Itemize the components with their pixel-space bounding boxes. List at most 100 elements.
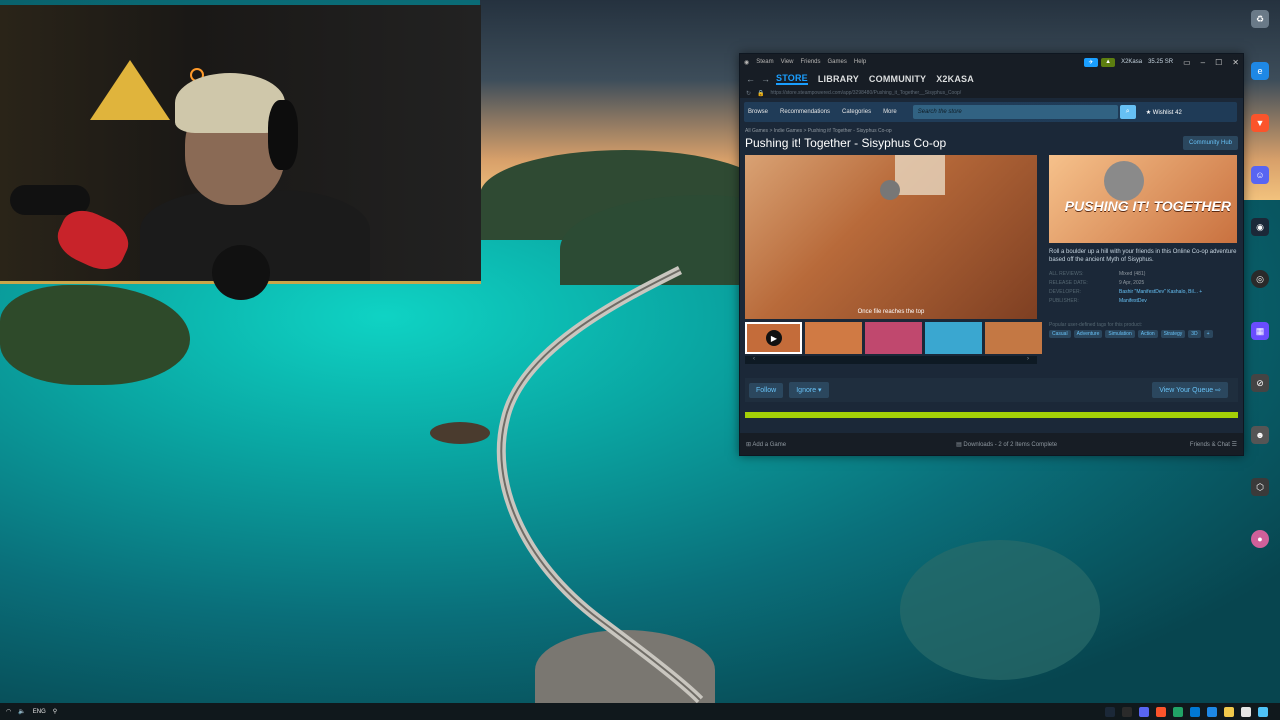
- headphones: [268, 100, 298, 170]
- downloads-status[interactable]: ▤ Downloads - 2 of 2 Items Complete: [956, 441, 1057, 448]
- app-icon: ⊘: [1251, 374, 1269, 392]
- forward-icon[interactable]: →: [761, 74, 770, 84]
- desktop-icon-steam[interactable]: ◉: [1240, 218, 1280, 270]
- notification-icon[interactable]: ▲: [1101, 57, 1116, 67]
- reviews-value[interactable]: Mixed (481): [1119, 271, 1237, 277]
- thumbnail[interactable]: [985, 322, 1042, 354]
- nav-more[interactable]: More: [883, 109, 897, 115]
- breadcrumb[interactable]: All Games > Indie Games > Pushing it! To…: [745, 128, 1238, 134]
- desktop-icon-app[interactable]: ⊘: [1240, 374, 1280, 426]
- thumbnail-scrollbar[interactable]: ‹ ›: [745, 356, 1037, 364]
- tab-community[interactable]: COMMUNITY: [869, 74, 926, 84]
- release-value: 9 Apr, 2025: [1119, 279, 1145, 286]
- trailer-player[interactable]: Once file reaches the top: [745, 155, 1037, 319]
- tab-library[interactable]: LIBRARY: [818, 74, 859, 84]
- desktop-icon-brave[interactable]: ▼: [1240, 114, 1280, 166]
- close-icon[interactable]: ✕: [1232, 58, 1239, 67]
- thumbnail[interactable]: [925, 322, 982, 354]
- menu-friends[interactable]: Friends: [801, 59, 821, 65]
- desktop-icon-pushing-it[interactable]: ●: [1240, 530, 1280, 582]
- back-icon[interactable]: ←: [746, 74, 755, 84]
- search-input[interactable]: Search the store: [912, 105, 1118, 119]
- triforce-lamp: [90, 60, 170, 120]
- thumbnail[interactable]: [865, 322, 922, 354]
- taskbar-obs-icon[interactable]: [1122, 706, 1132, 717]
- taskbar-steam-icon[interactable]: [1105, 706, 1115, 717]
- desktop-icon-outbound[interactable]: ⬡: [1240, 478, 1280, 530]
- view-queue-button[interactable]: View Your Queue ⇨: [1152, 382, 1228, 398]
- big-picture-icon[interactable]: ▭: [1183, 58, 1191, 67]
- language-indicator[interactable]: ENG: [33, 709, 46, 715]
- capsule-logo: PUSHING IT! TOGETHER: [1064, 198, 1231, 214]
- promo-banner[interactable]: [745, 412, 1238, 418]
- tag[interactable]: Action: [1137, 329, 1158, 338]
- ignore-button[interactable]: Ignore ▾: [789, 382, 829, 398]
- community-hub-button[interactable]: Community Hub: [1182, 136, 1238, 150]
- ignore-label: Ignore: [796, 387, 817, 394]
- desktop-icon-discord[interactable]: ☺: [1240, 166, 1280, 218]
- maximize-icon[interactable]: ☐: [1215, 58, 1222, 67]
- tags-label: Popular user-defined tags for this produ…: [1049, 321, 1143, 328]
- minimize-icon[interactable]: –: [1201, 58, 1205, 67]
- scroll-right-icon[interactable]: ›: [1027, 356, 1029, 362]
- obs-icon: ◎: [1251, 270, 1269, 288]
- tag[interactable]: Strategy: [1160, 329, 1186, 338]
- wishlist-label: Wishlist: [1152, 109, 1174, 116]
- tab-profile[interactable]: X2KASA: [936, 74, 974, 84]
- mic-icon[interactable]: ⚲: [53, 708, 57, 715]
- tag[interactable]: 3D: [1188, 329, 1201, 338]
- wifi-icon[interactable]: ◠: [6, 708, 11, 715]
- friends-chat-button[interactable]: Friends & Chat ☰: [1190, 441, 1237, 448]
- screenshot-pillar: [895, 155, 945, 195]
- wallet-balance: 35.25 SR: [1148, 59, 1174, 65]
- publisher-link[interactable]: ManifestDev: [1119, 298, 1237, 304]
- taskbar-discord-icon[interactable]: [1139, 706, 1149, 717]
- refresh-icon[interactable]: ↻: [746, 90, 751, 97]
- screenshot-boulder: [880, 180, 900, 200]
- taskbar-brave-icon[interactable]: [1156, 706, 1166, 717]
- reviews-label: ALL REVIEWS:: [1049, 270, 1084, 277]
- taskbar-edge-icon[interactable]: [1207, 706, 1217, 717]
- url-text[interactable]: https://store.steampowered.com/app/32984…: [771, 90, 962, 96]
- tag-more[interactable]: +: [1203, 329, 1213, 338]
- tag[interactable]: Casual: [1049, 329, 1071, 338]
- queue-actions: Follow Ignore ▾ View Your Queue ⇨: [745, 378, 1238, 402]
- nav-browse[interactable]: Browse: [748, 109, 768, 115]
- desktop-icons: ♻ e ▼ ☺ ◉ ◎ ▦ ⊘ ☻ ⬡ ●: [1240, 10, 1280, 582]
- thumbnail[interactable]: [805, 322, 862, 354]
- wishlist-button[interactable]: ★ Wishlist 42: [1146, 109, 1182, 116]
- taskbar-app-icon[interactable]: [1173, 706, 1183, 717]
- desktop-icon-edge[interactable]: e: [1240, 62, 1280, 114]
- steam-titlebar[interactable]: ◉ Steam View Friends Games Help ✈ ▲ X2Ka…: [740, 54, 1243, 70]
- tag[interactable]: Adventure: [1073, 329, 1103, 338]
- desktop-icon-call-service[interactable]: ☻: [1240, 426, 1280, 478]
- add-game-button[interactable]: ⊞ Add a Game: [746, 441, 786, 448]
- tag[interactable]: Simulation: [1105, 329, 1135, 338]
- menu-games[interactable]: Games: [828, 59, 847, 65]
- follow-button[interactable]: Follow: [749, 382, 784, 398]
- scroll-left-icon[interactable]: ‹: [753, 356, 755, 362]
- thumbnail-video[interactable]: ▶: [745, 322, 802, 354]
- taskbar-store-icon[interactable]: [1241, 706, 1251, 717]
- menu-help[interactable]: Help: [854, 59, 866, 65]
- desktop-icon-recycle-bin[interactable]: ♻: [1240, 10, 1280, 62]
- discord-icon: ☺: [1251, 166, 1269, 184]
- search-icon[interactable]: ⌕: [1119, 105, 1136, 119]
- publisher-label: PUBLISHER:: [1049, 297, 1079, 304]
- account-name[interactable]: X2Kasa: [1121, 59, 1142, 65]
- steam-nav: ← → STORE LIBRARY COMMUNITY X2KASA: [740, 70, 1243, 88]
- menu-steam[interactable]: Steam: [756, 59, 773, 65]
- desktop-icon-stream-deck[interactable]: ▦: [1240, 322, 1280, 374]
- developer-link[interactable]: Bashir "ManifestDev" Kashalo, Bil... +: [1119, 289, 1237, 295]
- broadcast-icon[interactable]: ✈: [1084, 57, 1099, 67]
- nav-categories[interactable]: Categories: [842, 109, 871, 115]
- nav-recommendations[interactable]: Recommendations: [780, 109, 830, 115]
- tab-store[interactable]: STORE: [776, 73, 808, 85]
- steam-window[interactable]: ◉ Steam View Friends Games Help ✈ ▲ X2Ka…: [739, 53, 1244, 456]
- taskbar-mail-icon[interactable]: [1190, 706, 1200, 717]
- start-icon[interactable]: [1258, 706, 1268, 717]
- desktop-icon-obs[interactable]: ◎: [1240, 270, 1280, 322]
- menu-view[interactable]: View: [781, 59, 794, 65]
- volume-icon[interactable]: 🔈: [18, 708, 25, 715]
- taskbar-explorer-icon[interactable]: [1224, 706, 1234, 717]
